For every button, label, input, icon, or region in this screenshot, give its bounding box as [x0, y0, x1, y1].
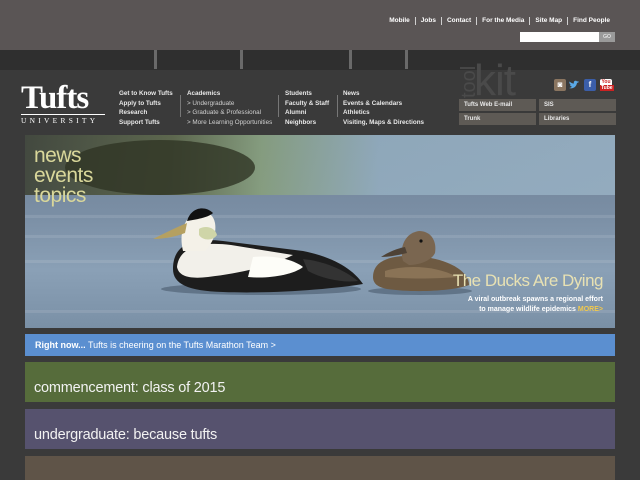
nav-link-students[interactable]: Students	[285, 89, 329, 99]
nav-link-research[interactable]: Research	[119, 108, 173, 118]
link-jobs[interactable]: Jobs	[414, 17, 441, 25]
hero-dek-line1: A viral outbreak spawns a regional effor…	[467, 296, 603, 303]
link-for-the-media[interactable]: For the Media	[476, 17, 529, 25]
search-go-button[interactable]: GO	[599, 32, 615, 42]
nav-column-audiences: Students Faculty & Staff Alumni Neighbor…	[285, 89, 329, 127]
nav-link-neighbors[interactable]: Neighbors	[285, 118, 329, 128]
nav-link-faculty-staff[interactable]: Faculty & Staff	[285, 99, 329, 109]
hero-dek-line2: to manage wildlife epidemics	[479, 306, 576, 313]
logo-subtitle: UNIVERSITY	[21, 114, 105, 125]
tufts-logo[interactable]: Tufts UNIVERSITY	[21, 80, 105, 125]
link-contact[interactable]: Contact	[440, 17, 476, 25]
nav-link-news[interactable]: News	[343, 89, 424, 99]
tab-strip	[0, 50, 640, 70]
youtube-icon[interactable]: You Tube	[600, 79, 614, 91]
nav-link-events[interactable]: Events & Calendars	[343, 99, 424, 109]
nav-link-get-to-know[interactable]: Get to Know Tufts	[119, 89, 173, 99]
hero-word-topics[interactable]: topics	[34, 185, 93, 206]
nav-link-graduate[interactable]: > Graduate & Professional	[187, 108, 272, 118]
toolkit-trunk-button[interactable]: Trunk	[459, 113, 536, 125]
undergraduate-block-label: undergraduate: because tufts	[34, 427, 218, 443]
right-now-bar[interactable]: Right now... Tufts is cheering on the Tu…	[25, 334, 615, 356]
nav-link-support[interactable]: Support Tufts	[119, 118, 173, 128]
facebook-icon[interactable]: f	[584, 79, 596, 91]
eider-drake-image	[153, 208, 363, 295]
commencement-block-label: commencement: class of 2015	[34, 380, 226, 396]
hero-word-events[interactable]: events	[34, 165, 93, 186]
utility-links: Mobile Jobs Contact For the Media Site M…	[384, 17, 615, 25]
instagram-icon[interactable]: ◙	[554, 79, 566, 91]
nav-separator	[180, 95, 181, 117]
tab-divider	[240, 50, 243, 69]
hero-headline[interactable]: The Ducks Are Dying	[453, 271, 604, 291]
right-now-label: Right now...	[35, 340, 86, 350]
toolkit-libraries-button[interactable]: Libraries	[539, 113, 616, 125]
nav-separator	[278, 95, 279, 117]
link-site-map[interactable]: Site Map	[529, 17, 567, 25]
commencement-block[interactable]: commencement: class of 2015	[25, 362, 615, 402]
nav-link-undergraduate[interactable]: > Undergraduate	[187, 99, 272, 109]
logo-wordmark: Tufts	[21, 80, 89, 116]
nav-column-about: Get to Know Tufts Apply to Tufts Researc…	[119, 89, 173, 127]
hero-section-words: news events topics	[34, 145, 93, 206]
nav-link-alumni[interactable]: Alumni	[285, 108, 329, 118]
nav-link-visiting[interactable]: Visiting, Maps & Directions	[343, 118, 424, 128]
twitter-icon[interactable]	[568, 79, 580, 91]
toolkit-sis-button[interactable]: SIS	[539, 99, 616, 111]
search-form: GO	[520, 32, 615, 42]
link-find-people[interactable]: Find People	[567, 17, 615, 25]
undergraduate-block[interactable]: undergraduate: because tufts	[25, 409, 615, 449]
hero-feature[interactable]: news events topics The Ducks Are Dying A…	[25, 135, 615, 328]
nav-link-athletics[interactable]: Athletics	[343, 108, 424, 118]
right-now-text: Tufts is cheering on the Tufts Marathon …	[88, 340, 276, 350]
hero-more-link[interactable]: MORE>	[578, 306, 603, 313]
nav-link-more-learning[interactable]: > More Learning Opportunities	[187, 118, 272, 128]
nav-column-academics: Academics > Undergraduate > Graduate & P…	[187, 89, 272, 127]
nav-link-apply[interactable]: Apply to Tufts	[119, 99, 173, 109]
toolkit-web-email-button[interactable]: Tufts Web E-mail	[459, 99, 536, 111]
search-input[interactable]	[520, 32, 599, 42]
tab-divider	[154, 50, 157, 69]
hero-word-news[interactable]: news	[34, 145, 93, 166]
nav-separator	[337, 95, 338, 117]
nav-link-academics[interactable]: Academics	[187, 89, 272, 99]
tab-divider	[349, 50, 352, 69]
hero-dek: A viral outbreak spawns a regional effor…	[468, 295, 603, 315]
link-mobile[interactable]: Mobile	[384, 17, 415, 25]
utility-bar: Mobile Jobs Contact For the Media Site M…	[0, 0, 640, 50]
feature-block[interactable]	[25, 456, 615, 480]
hero-background-rock	[65, 140, 255, 195]
nav-column-news: News Events & Calendars Athletics Visiti…	[343, 89, 424, 127]
tab-divider	[405, 50, 408, 69]
